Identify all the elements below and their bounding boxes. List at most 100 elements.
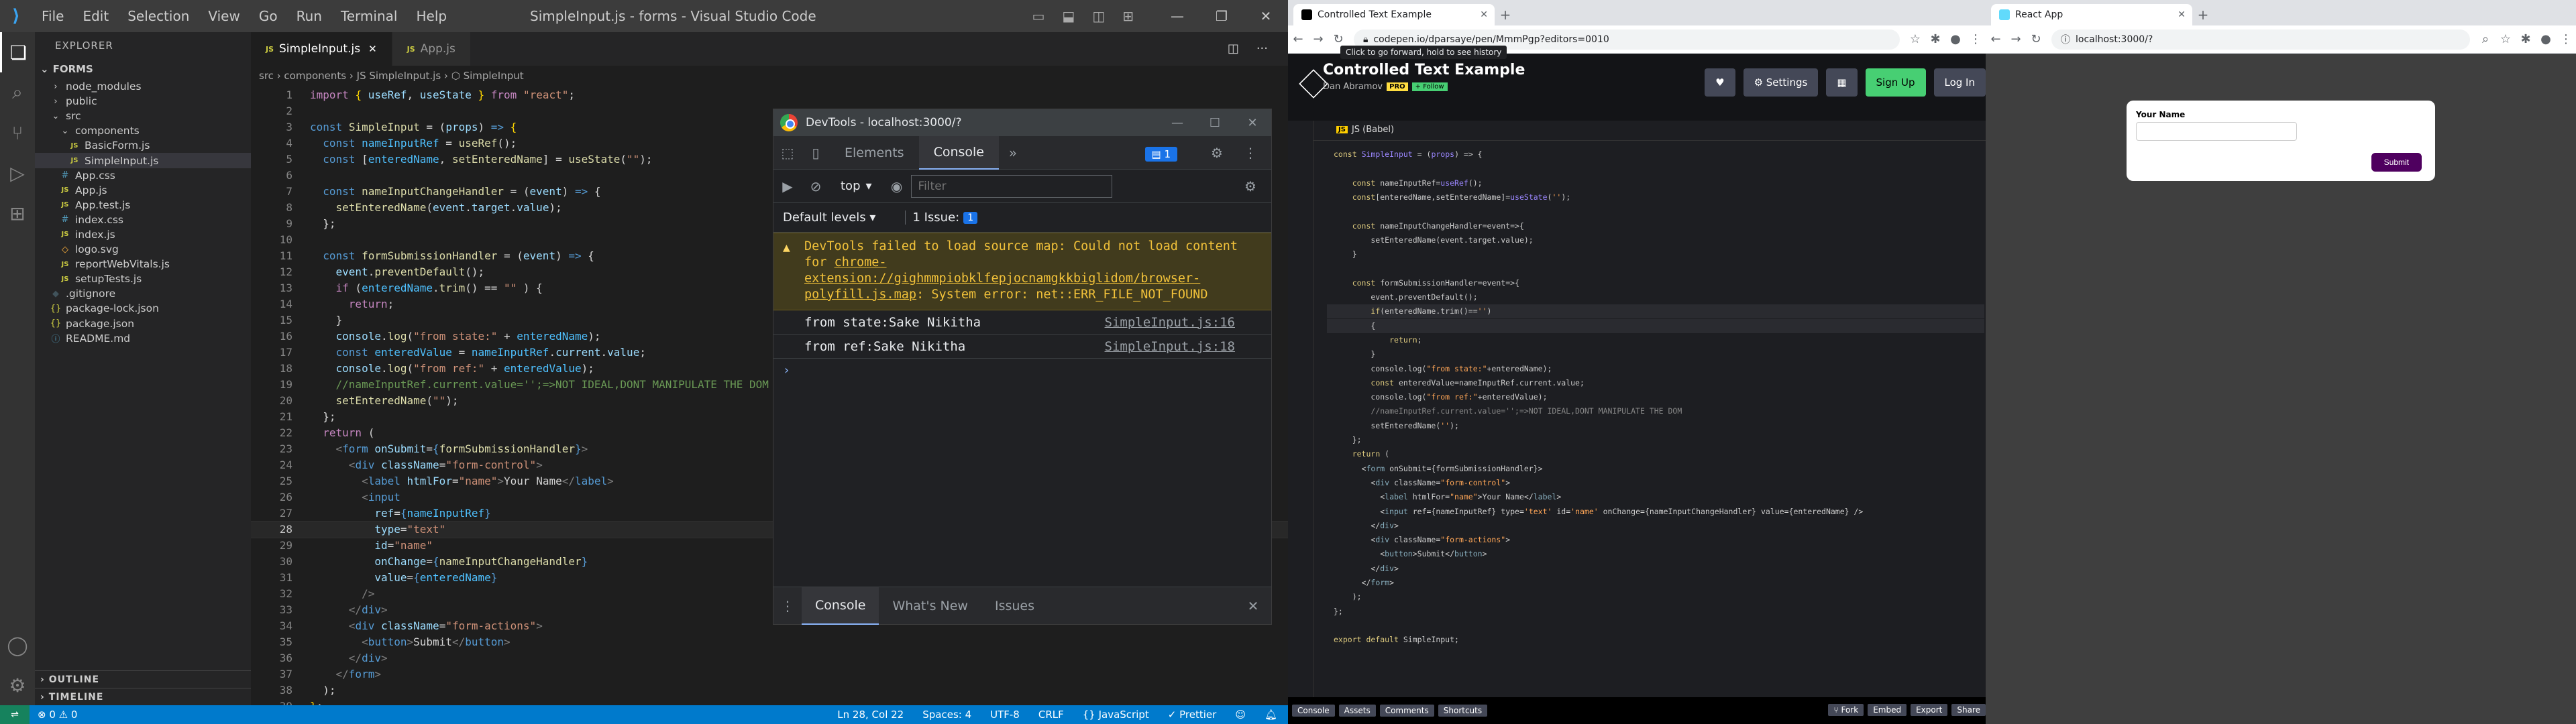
run-debug-icon[interactable]: ▷ [0,153,35,193]
codepen-code-line[interactable]: const nameInputRef=useRef(); [1327,176,1984,190]
footer-button-shortcuts[interactable]: Shortcuts [1438,705,1488,717]
close-button[interactable]: ✕ [1244,0,1288,32]
live-expression-eye-icon[interactable]: ◉ [883,170,911,203]
sign-up-button[interactable]: Sign Up [1865,68,1926,97]
code-line[interactable]: 1 import { useRef, useState } from "react… [251,87,1288,103]
menu-edit[interactable]: Edit [73,8,118,24]
indentation[interactable]: Spaces: 4 [922,709,971,721]
codepen-code-line[interactable]: <label htmlFor="name">Your Name</label> [1327,490,1984,504]
codepen-code-line[interactable]: } [1327,347,1984,361]
inspect-element-icon[interactable]: ⬚ [773,136,802,170]
codepen-code-line[interactable]: <input ref={nameInputRef} type='text' id… [1327,505,1984,519]
issues-badge[interactable]: ▤ 1 [1144,147,1177,162]
tree-item[interactable]: ◇ logo.svg [35,242,251,257]
tree-item[interactable]: # App.css [35,168,251,183]
reload-icon[interactable]: ↻ [2026,32,2046,46]
devtools-maximize-button[interactable]: ☐ [1196,109,1234,136]
codepen-code-line[interactable]: return; [1327,333,1984,347]
search-icon[interactable]: ⌕ [2475,32,2496,46]
language-mode[interactable]: {} JavaScript [1083,709,1149,721]
codepen-code-line[interactable]: setEnteredName(''); [1327,419,1984,433]
profile-avatar-icon[interactable]: ● [1945,32,1966,46]
codepen-code-line[interactable]: event.preventDefault(); [1327,290,1984,304]
codepen-code-line[interactable]: } [1327,247,1984,261]
browser-menu-icon[interactable]: ⋮ [2556,32,2576,46]
settings-button[interactable]: ⚙ Settings [1743,68,1819,97]
heart-button[interactable]: ♥ [1705,68,1735,97]
menu-view[interactable]: View [199,8,249,24]
bookmark-star-icon[interactable]: ☆ [2496,32,2516,46]
code-line[interactable]: 38 ); [251,682,1288,699]
codepen-code-line[interactable] [1327,204,1984,219]
codepen-code-line[interactable]: <form onSubmit={formSubmissionHandler}> [1327,462,1984,476]
kebab-menu-icon[interactable]: ⋮ [1236,136,1265,170]
log-levels-dropdown[interactable]: Default levels ▾ [783,210,875,225]
extensions-puzzle-icon[interactable]: ✱ [2516,32,2536,46]
outline-section[interactable]: › OUTLINE [35,670,251,688]
log-source-link[interactable]: SimpleInput.js:16 [1105,315,1235,330]
code-line[interactable]: 39}; [251,699,1288,705]
restore-button[interactable]: ❐ [1199,0,1244,32]
new-tab-icon[interactable]: + [2192,4,2214,25]
codepen-code-line[interactable]: if(enteredName.trim()=='') [1327,304,1984,319]
devtools-tab-console[interactable]: Console [918,135,999,170]
tree-item[interactable]: JS App.test.js [35,198,251,213]
codepen-code-line[interactable]: console.log("from ref:"+enteredValue); [1327,390,1984,404]
codepen-code-line[interactable]: const enteredValue=nameInputRef.current.… [1327,376,1984,390]
react-tab[interactable]: React App ✕ [1991,4,2192,25]
new-tab-icon[interactable]: + [1495,4,1516,25]
forward-icon[interactable]: → [2006,32,2026,46]
tree-item[interactable]: JS BasicForm.js [35,138,251,153]
name-input[interactable] [2136,122,2297,141]
issue-counter[interactable]: 1 Issue: 1 [905,210,978,225]
cursor-position[interactable]: Ln 28, Col 22 [837,709,904,721]
tree-item[interactable]: JS App.js [35,183,251,198]
codepen-code-line[interactable]: const[enteredName,setEnteredName]=useSta… [1327,190,1984,204]
codepen-tab[interactable]: Controlled Text Example ✕ [1293,4,1495,25]
line-ending[interactable]: CRLF [1038,709,1064,721]
extensions-icon[interactable]: ⊞ [0,193,35,233]
search-icon[interactable]: ⌕ [0,72,35,113]
pen-author[interactable]: Dan Abramov [1323,82,1383,92]
problems-indicator[interactable]: ⊗ 0 ⚠ 0 [38,709,77,721]
footer-button-assets[interactable]: Assets [1338,705,1376,717]
minimize-button[interactable]: — [1155,0,1199,32]
tree-item[interactable]: ⌄ src [35,109,251,123]
footer-button-right[interactable]: Export [1911,704,1948,716]
prettier-status[interactable]: ✓ Prettier [1168,709,1217,721]
drawer-menu-icon[interactable]: ⋮ [773,589,802,623]
footer-button-right[interactable]: Share [1951,704,1986,716]
explorer-icon[interactable]: ❏ [0,32,35,72]
log-source-link[interactable]: SimpleInput.js:18 [1105,339,1235,354]
tree-item[interactable]: JS index.js [35,227,251,242]
devtools-close-button[interactable]: ✕ [1234,109,1271,136]
tree-item[interactable]: ⓘ README.md [35,331,251,346]
follow-button[interactable]: + Follow [1411,82,1448,91]
close-tab-icon[interactable]: ✕ [368,43,377,55]
tree-item[interactable]: {} package-lock.json [35,301,251,316]
codepen-code-line[interactable]: { [1327,318,1984,333]
menu-help[interactable]: Help [407,8,456,24]
editor-tab[interactable]: JS App.js [392,32,471,66]
tree-item[interactable]: ◆ .gitignore [35,286,251,301]
back-icon[interactable]: ← [1986,32,2006,46]
close-tab-icon[interactable]: ✕ [1480,9,1488,20]
codepen-code-line[interactable] [1327,619,1984,633]
drawer-tab[interactable]: Issues [981,587,1048,625]
log-in-button[interactable]: Log In [1933,68,1986,97]
layout-button[interactable]: ▦ [1826,68,1858,97]
more-actions-icon[interactable]: ··· [1256,42,1268,56]
close-tab-icon[interactable]: ✕ [2178,9,2186,20]
console-prompt[interactable]: › [773,359,1271,381]
clear-console-icon[interactable]: ⊘ [802,170,830,203]
tree-item[interactable]: ⌄ components [35,123,251,138]
codepen-code-line[interactable]: console.log("from state:"+enteredName); [1327,362,1984,376]
devtools-tab-elements[interactable]: Elements [830,136,919,170]
footer-button-right[interactable]: ⑂ Fork [1828,704,1864,716]
extensions-puzzle-icon[interactable]: ✱ [1925,32,1945,46]
code-line[interactable]: 35 <button>Submit</button> [251,634,1288,650]
back-icon[interactable]: ← [1288,32,1308,46]
codepen-code-line[interactable]: export default SimpleInput; [1327,633,1984,647]
codepen-code-line[interactable]: <button>Submit</button> [1327,547,1984,561]
timeline-section[interactable]: › TIMELINE [35,688,251,705]
